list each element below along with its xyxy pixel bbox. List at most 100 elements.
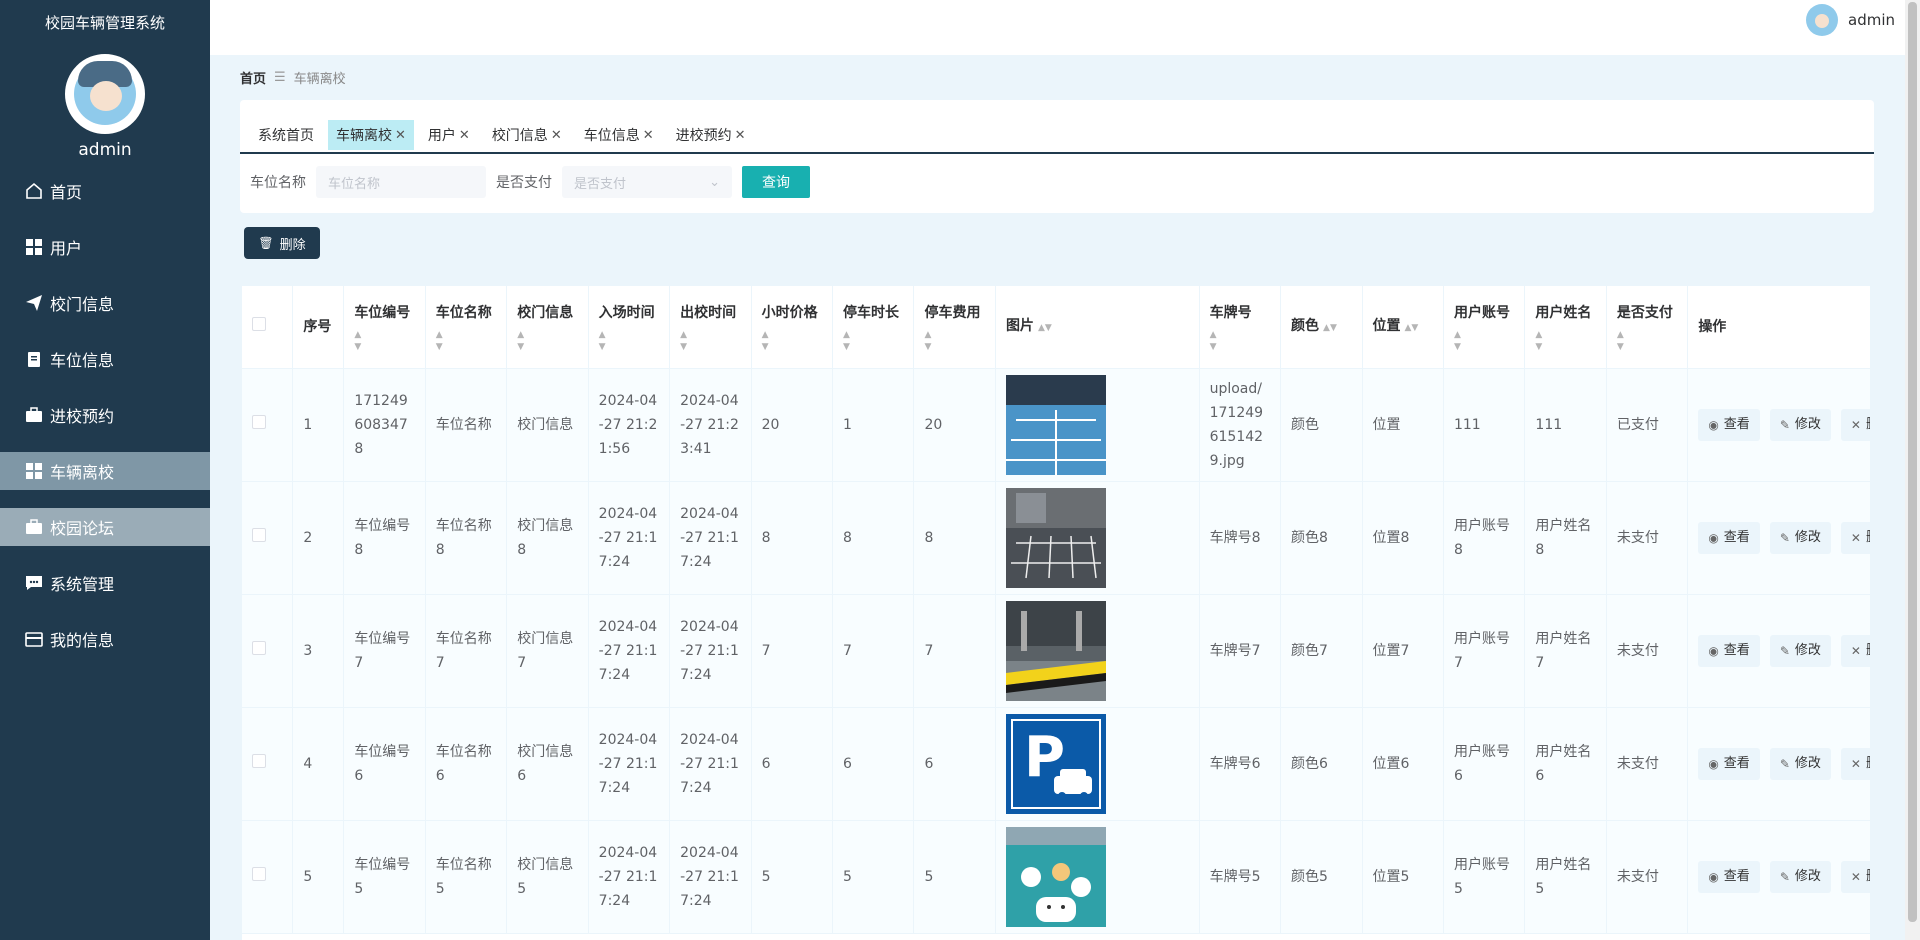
sort-icon[interactable]: ▲▼ (599, 329, 659, 353)
sort-icon[interactable]: ▲▼ (1454, 329, 1514, 353)
col-header-in-time[interactable]: 入场时间 ▲ ▼ (588, 286, 671, 369)
table-row[interactable]: 2 车位编号8 车位名称8 校门信息8 2024-04-27 21:17:24 2024-… (242, 481, 1870, 595)
view-button[interactable]: ◉ 查看 (1698, 860, 1760, 893)
close-icon[interactable]: ✕ (643, 128, 654, 143)
col-header-location[interactable]: 位置 ▲▼ (1362, 286, 1444, 369)
col-header-plate[interactable]: 车牌号 ▲ ▼ (1199, 286, 1282, 369)
scrollbar-thumb[interactable] (1908, 2, 1917, 922)
sort-icon[interactable]: ▲▼ (1405, 323, 1419, 333)
delete-button[interactable]: ✕删除 (1840, 747, 1870, 780)
row-checkbox[interactable] (252, 866, 266, 881)
sidebar-item-4[interactable]: 进校预约 (0, 396, 210, 434)
col-header-username[interactable]: 用户姓名 ▲ ▼ (1524, 286, 1607, 369)
delete-button[interactable]: ✕删除 (1840, 521, 1870, 554)
sort-icon[interactable]: ▲▼ (762, 329, 822, 353)
table-row[interactable]: 5 车位编号5 车位名称5 校门信息5 2024-04-27 21:17:24 2024-… (242, 820, 1870, 934)
row-checkbox[interactable] (252, 640, 266, 655)
table-row[interactable]: 1 1712496083478 车位名称 校门信息 2024-04-27 21:21:5… (242, 368, 1870, 482)
select-all-checkbox[interactable] (252, 316, 266, 331)
col-header-paid[interactable]: 是否支付 ▲ ▼ (1606, 286, 1689, 369)
sort-icon[interactable]: ▲▼ (354, 329, 414, 353)
parking-thumbnail[interactable] (1005, 487, 1106, 588)
row-select-cell (242, 820, 294, 934)
col-header-account[interactable]: 用户账号 ▲ ▼ (1443, 286, 1526, 369)
sidebar-item-2[interactable]: 校门信息 (0, 284, 210, 322)
sidebar-item-6[interactable]: 校园论坛 (0, 508, 210, 546)
col-header-name[interactable]: 车位名称 ▲ ▼ (425, 286, 508, 369)
col-header-out-time[interactable]: 出校时间 ▲ ▼ (669, 286, 752, 369)
sort-icon[interactable]: ▲▼ (924, 329, 984, 353)
col-header-code[interactable]: 车位编号 ▲ ▼ (343, 286, 426, 369)
tab-divider (240, 152, 1874, 154)
parking-thumbnail[interactable] (1005, 374, 1106, 475)
sort-icon[interactable]: ▲▼ (680, 329, 740, 353)
sidebar-item-8[interactable]: 我的信息 (0, 620, 210, 658)
delete-button[interactable]: ✕删除 (1840, 634, 1870, 667)
row-checkbox[interactable] (252, 753, 266, 768)
tab-5[interactable]: 进校预约 ✕ (668, 120, 754, 150)
close-icon[interactable]: ✕ (735, 128, 746, 143)
edit-button[interactable]: ✎ 修改 (1769, 634, 1831, 667)
parking-thumbnail[interactable]: P (1005, 713, 1106, 814)
sort-icon[interactable]: ▲▼ (1323, 323, 1337, 333)
col-header-image[interactable]: 图片 ▲▼ (995, 286, 1200, 369)
batch-delete-button[interactable]: 🗑 删除 (244, 227, 320, 259)
tab-3[interactable]: 校门信息 ✕ (484, 120, 570, 150)
col-header-hour-price[interactable]: 小时价格 ▲ ▼ (751, 286, 834, 369)
paid-filter-select[interactable]: 是否支付 ⌄ (562, 166, 732, 198)
col-header-gate[interactable]: 校门信息 ▲ ▼ (506, 286, 589, 369)
edit-button[interactable]: ✎ 修改 (1769, 521, 1831, 554)
name-filter-input[interactable]: 车位名称 (316, 166, 486, 198)
sort-icon[interactable]: ▲▼ (843, 329, 903, 353)
row-checkbox[interactable] (252, 414, 266, 429)
user-menu[interactable]: admin (1806, 4, 1895, 36)
col-header-duration[interactable]: 停车时长 ▲ ▼ (832, 286, 915, 369)
close-icon[interactable]: ✕ (395, 128, 406, 143)
sort-icon[interactable]: ▲▼ (1535, 329, 1595, 353)
edit-button[interactable]: ✎ 修改 (1769, 747, 1831, 780)
view-button[interactable]: ◉ 查看 (1698, 408, 1760, 441)
close-icon[interactable]: ✕ (459, 128, 470, 143)
parking-thumbnail[interactable] (1005, 600, 1106, 701)
table-row[interactable]: 3 车位编号7 车位名称7 校门信息7 2024-04-27 21:17:24 2024-… (242, 594, 1870, 708)
delete-button[interactable]: ✕删除 (1840, 408, 1870, 441)
tab-4[interactable]: 车位信息 ✕ (576, 120, 662, 150)
chevron-down-icon: ⌄ (709, 174, 720, 190)
col-header-color[interactable]: 颜色 ▲▼ (1280, 286, 1363, 369)
table-row[interactable]: 4 车位编号6 车位名称6 校门信息6 2024-04-27 21:17:24 2024-… (242, 707, 1870, 821)
sidebar-item-1[interactable]: 用户 (0, 228, 210, 266)
query-button[interactable]: 查询 (742, 166, 810, 198)
sort-icon[interactable]: ▲▼ (1617, 329, 1677, 353)
cell-gate: 校门信息5 (506, 820, 589, 934)
breadcrumb-separator-icon: ☰ (274, 70, 286, 85)
sort-icon[interactable]: ▲▼ (436, 329, 496, 353)
sort-icon[interactable]: ▲▼ (517, 329, 577, 353)
sidebar-item-0[interactable]: 首页 (0, 172, 210, 210)
sidebar-item-5[interactable]: 车辆离校 (0, 452, 210, 490)
tab-2[interactable]: 用户 ✕ (420, 120, 478, 150)
sidebar-item-3[interactable]: 车位信息 (0, 340, 210, 378)
sidebar-item-label: 系统管理 (50, 575, 115, 594)
tab-1[interactable]: 车辆离校 ✕ (328, 120, 414, 150)
cell-hour-price: 5 (751, 820, 834, 934)
breadcrumb-home[interactable]: 首页 (240, 68, 266, 87)
cell-image (995, 820, 1200, 934)
parking-thumbnail[interactable] (1005, 826, 1106, 927)
cell-plate: 车牌号6 (1199, 707, 1282, 821)
col-header-fee[interactable]: 停车费用 ▲ ▼ (913, 286, 996, 369)
close-icon[interactable]: ✕ (551, 128, 562, 143)
sort-icon[interactable]: ▲▼ (1210, 329, 1270, 353)
sidebar-item-7[interactable]: 系统管理 (0, 564, 210, 602)
view-button[interactable]: ◉ 查看 (1698, 747, 1760, 780)
edit-button[interactable]: ✎ 修改 (1769, 860, 1831, 893)
vertical-scrollbar[interactable] (1905, 0, 1920, 940)
cell-account: 用户账号6 (1443, 707, 1526, 821)
view-button[interactable]: ◉ 查看 (1698, 634, 1760, 667)
edit-button[interactable]: ✎ 修改 (1769, 408, 1831, 441)
breadcrumb: 首页 ☰ 车辆离校 (240, 68, 346, 87)
sort-icon[interactable]: ▲▼ (1038, 323, 1052, 333)
row-checkbox[interactable] (252, 527, 266, 542)
tab-0[interactable]: 系统首页 (250, 120, 322, 150)
delete-button[interactable]: ✕删除 (1840, 860, 1870, 893)
view-button[interactable]: ◉ 查看 (1698, 521, 1760, 554)
